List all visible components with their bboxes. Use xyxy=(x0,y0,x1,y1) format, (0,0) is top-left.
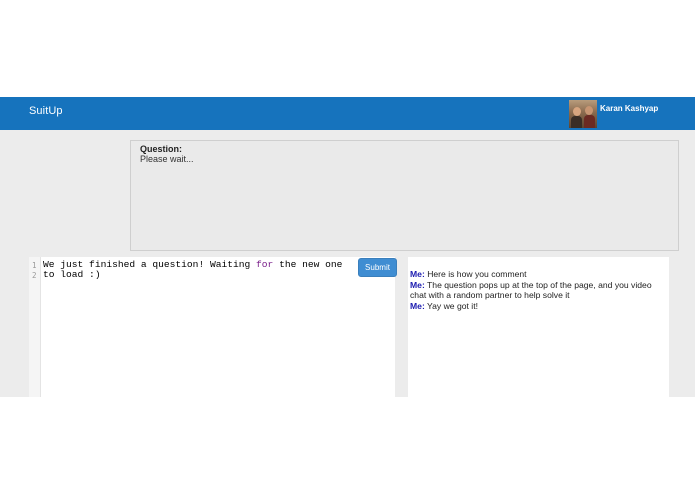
user-avatar[interactable] xyxy=(569,99,597,128)
brand-logo-link[interactable]: SuitUp xyxy=(29,105,63,117)
app-window: SuitUp Karan Kashyap Question: Please wa… xyxy=(0,97,695,397)
chat-author: Me: xyxy=(410,279,425,290)
code-editor[interactable]: 1 2 We just finished a question! Waiting… xyxy=(29,257,397,397)
chat-panel: Me: Here is how you comment Me: The ques… xyxy=(408,257,669,397)
user-name[interactable]: Karan Kashyap xyxy=(600,104,658,113)
question-label: Question: xyxy=(140,144,182,154)
avatar-body-right xyxy=(584,114,595,128)
chat-message: Me: Here is how you comment xyxy=(410,269,666,280)
chat-message-text: Here is how you comment xyxy=(424,269,527,279)
code-text-area[interactable]: We just finished a question! Waiting for… xyxy=(43,260,343,280)
avatar-face-left xyxy=(573,106,581,116)
chat-message-text: Yay we got it! xyxy=(424,300,478,311)
question-text: Please wait... xyxy=(140,154,194,164)
line-number-gutter: 1 2 xyxy=(29,257,41,397)
question-panel: Question: Please wait... xyxy=(130,140,679,251)
code-keyword: for xyxy=(256,259,274,270)
top-navbar: SuitUp Karan Kashyap xyxy=(0,97,695,130)
user-menu[interactable]: Karan Kashyap xyxy=(569,97,658,130)
code-line-1-rest: the new one xyxy=(273,259,343,270)
chat-author: Me: xyxy=(410,300,425,311)
submit-button[interactable]: Submit xyxy=(358,258,397,277)
code-line-2-text: to load :) xyxy=(43,269,101,280)
chat-message: Me: Yay we got it! xyxy=(410,301,666,312)
chat-message-text: The question pops up at the top of the p… xyxy=(410,279,652,301)
chat-author: Me: xyxy=(410,269,425,279)
line-number: 1 xyxy=(32,261,37,270)
chat-message: Me: The question pops up at the top of t… xyxy=(410,280,666,301)
line-number: 2 xyxy=(32,271,37,280)
avatar-body-left xyxy=(571,115,582,128)
avatar-face-right xyxy=(585,105,593,115)
